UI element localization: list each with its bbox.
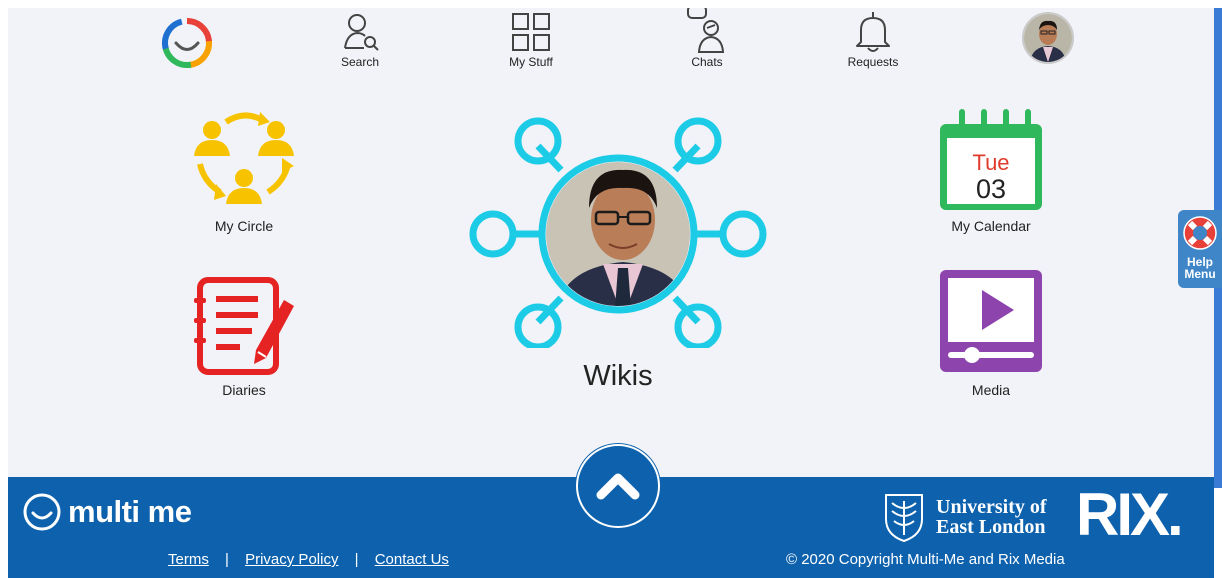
profile-avatar[interactable] [1022,12,1074,64]
uel-line2: East London [936,516,1046,538]
terms-link[interactable]: Terms [168,551,209,568]
grid-icon [486,8,576,54]
tile-media-label: Media [971,382,1011,398]
tile-media[interactable]: Media [930,268,1052,398]
link-separator: | [354,551,359,568]
multi-me-smile-icon [23,493,61,531]
multi-me-logo-icon[interactable] [160,16,214,70]
tile-wikis[interactable] [463,108,773,351]
rix-logo: RIX. [1076,481,1184,548]
nav-my-stuff[interactable]: My Stuff [486,8,576,69]
circle-people-icon [194,112,294,204]
uel-logo: University of East London [882,491,1047,543]
contact-us-link[interactable]: Contact Us [375,551,449,568]
nav-search[interactable]: Search [315,8,405,69]
diary-notebook-icon [194,277,294,375]
help-menu-button[interactable]: Help Menu [1178,210,1222,288]
calendar-date: 03 [976,174,1006,204]
brand-wordmark: multi me [68,494,192,529]
nav-requests-label: Requests [847,55,899,69]
uel-crest-icon [885,494,923,543]
nav-my-stuff-label: My Stuff [509,55,553,69]
tile-diaries-label: Diaries [222,382,266,398]
lifebuoy-icon [1183,216,1217,250]
uel-wordmark: University of East London [936,497,1047,537]
chat-person-icon [662,8,752,54]
nav-chats[interactable]: Chats [662,8,752,69]
tile-my-circle[interactable]: My Circle [186,108,302,234]
search-user-icon [315,8,405,54]
tile-diaries[interactable]: Diaries [186,274,302,398]
help-label-line2: Menu [1184,267,1216,281]
uel-line1: University of [936,496,1047,518]
top-nav: Search My Stuff Chats Requests [8,8,1214,74]
calendar-icon: Tue 03 [940,109,1042,210]
bell-icon [828,8,918,54]
calendar-day: Tue [972,150,1009,175]
tile-my-circle-label: My Circle [214,218,274,234]
link-separator: | [225,551,229,568]
nav-requests[interactable]: Requests [828,8,918,69]
wiki-network-icon [469,117,767,351]
nav-search-label: Search [340,55,380,69]
chevron-up-icon [596,473,640,500]
app-window: Search My Stuff Chats Requests My Circle… [8,8,1214,578]
tile-wikis-label: Wikis [583,360,653,392]
tile-my-calendar-label: My Calendar [951,218,1031,234]
copyright-text: © 2020 Copyright Multi-Me and Rix Media [786,551,1065,568]
privacy-policy-link[interactable]: Privacy Policy [245,551,338,568]
tile-my-calendar[interactable]: Tue 03 My Calendar [930,108,1052,234]
scroll-top-button[interactable] [576,444,660,528]
footer-brand[interactable]: multi me [22,487,192,537]
footer-links: Terms | Privacy Policy | Contact Us [168,551,449,568]
video-player-icon [940,270,1042,372]
nav-chats-label: Chats [691,55,723,69]
